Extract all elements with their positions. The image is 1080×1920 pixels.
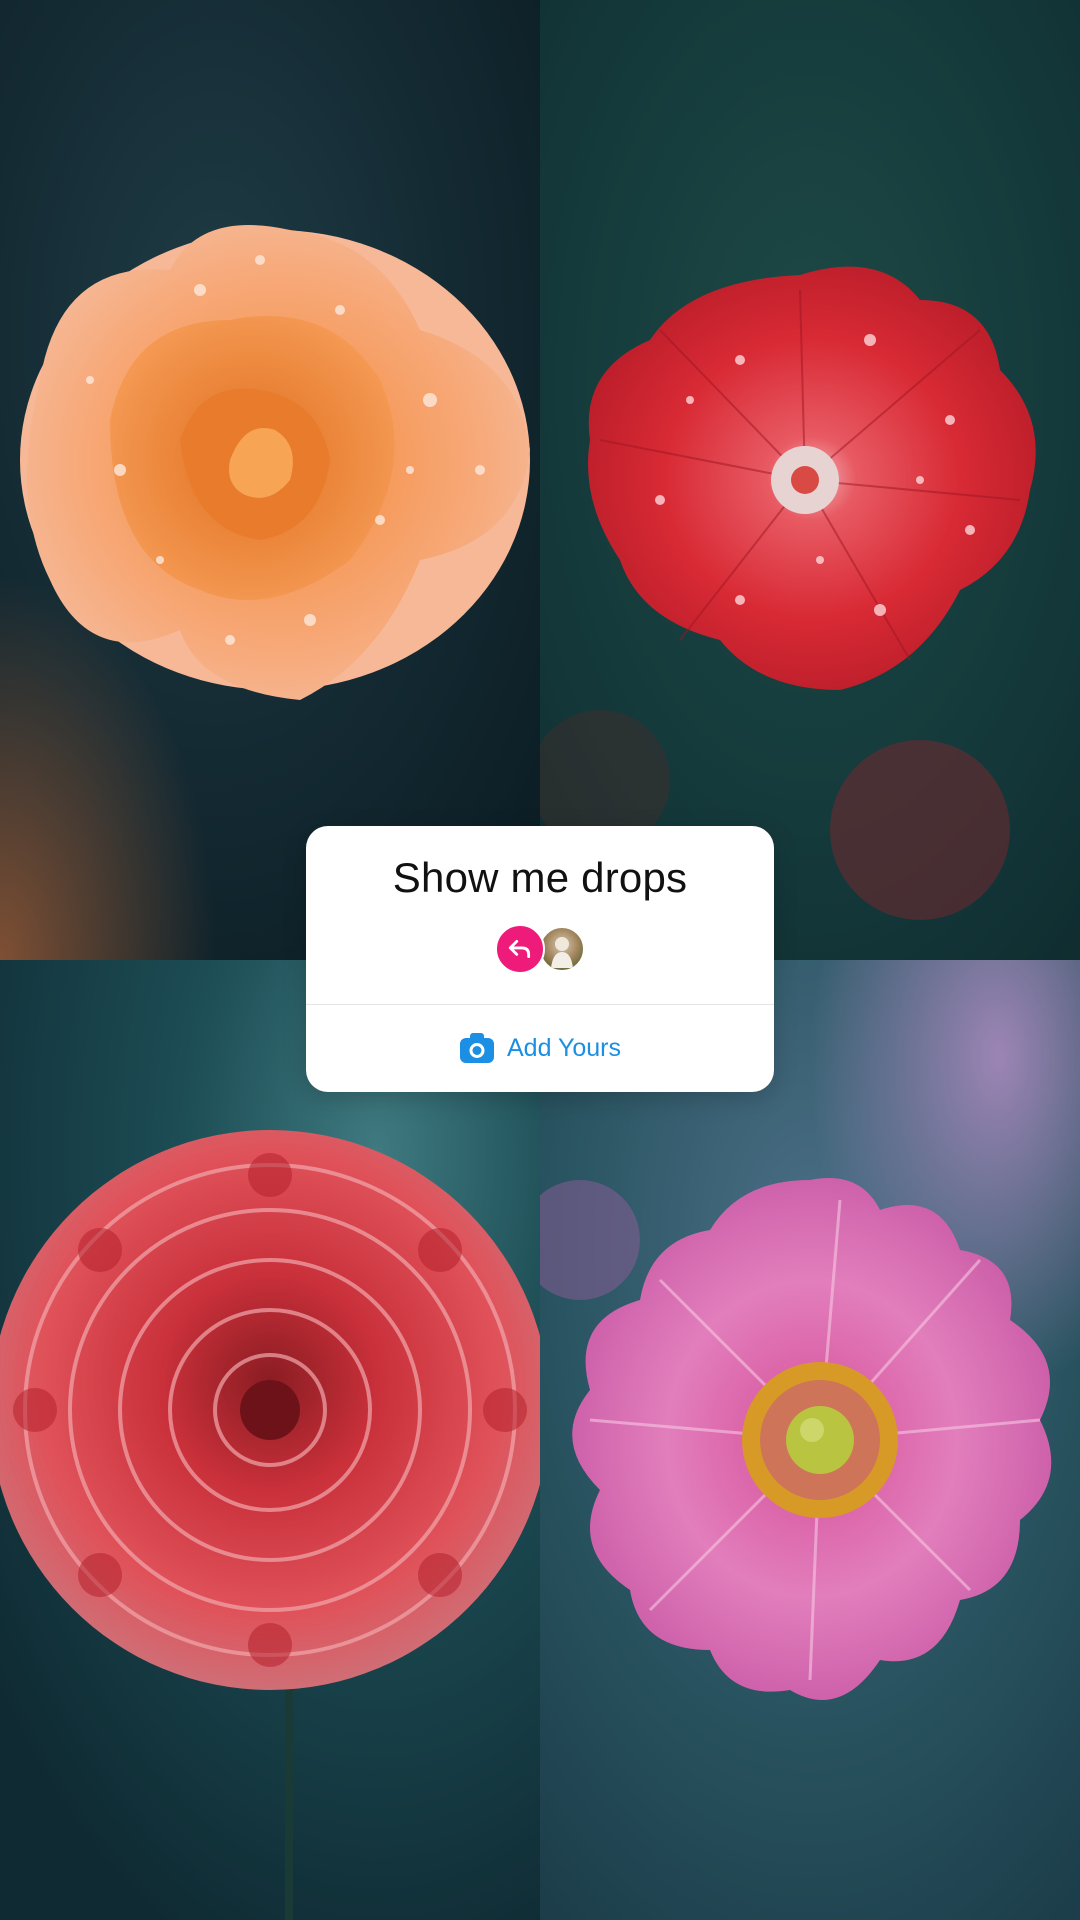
photo-red-dahlia (0, 960, 540, 1920)
photo-pink-anemone (540, 960, 1080, 1920)
add-yours-sticker[interactable]: Show me drops Add Yours (306, 826, 774, 1092)
add-yours-label: Add Yours (507, 1033, 621, 1062)
participant-avatar (539, 926, 585, 972)
red-dahlia-icon (0, 1130, 540, 1690)
photo-orange-rose (0, 0, 540, 960)
camera-icon (459, 1032, 495, 1064)
story-canvas: Show me drops Add Yours (0, 0, 1080, 1920)
reply-arrow-icon (495, 924, 545, 974)
add-yours-button[interactable]: Add Yours (306, 1004, 774, 1092)
participants-avatars[interactable] (306, 924, 774, 974)
sticker-prompt-title: Show me drops (392, 854, 688, 901)
photo-red-petunia (540, 0, 1080, 960)
